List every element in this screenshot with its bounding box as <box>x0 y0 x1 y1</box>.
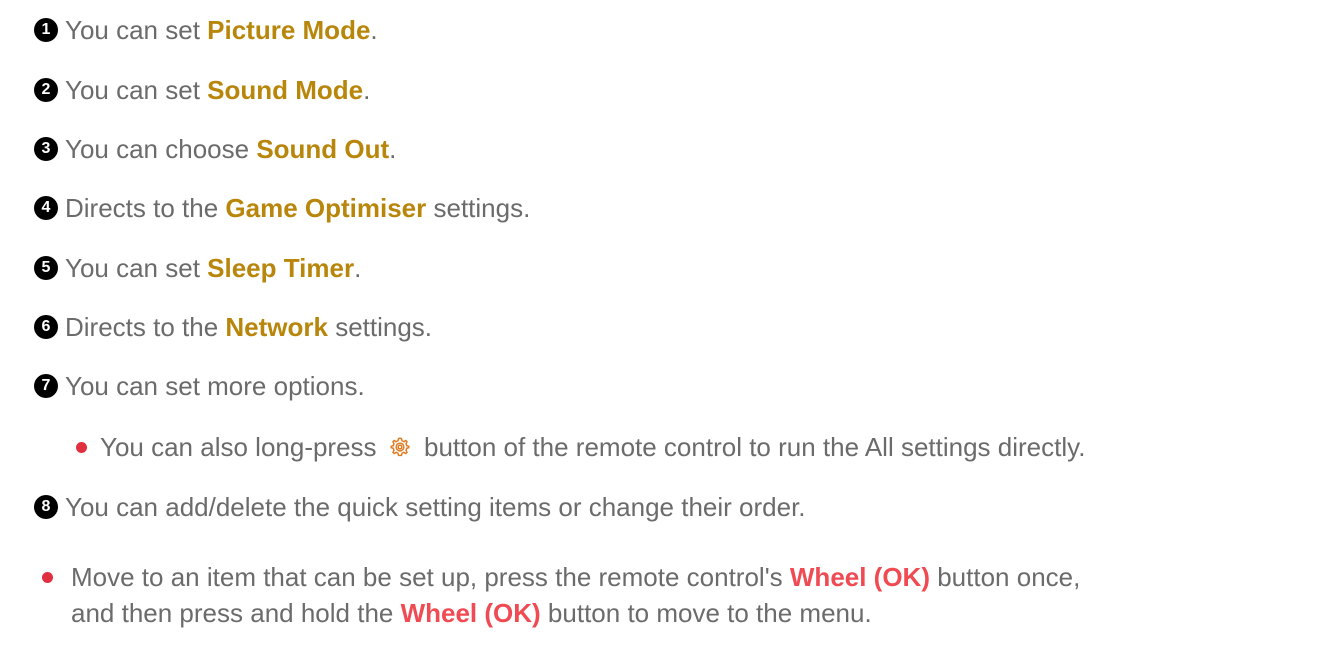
item-5-prefix: You can set <box>65 252 208 283</box>
list-item-3: 3 You can choose Sound Out. <box>0 131 396 167</box>
number-badge-6: 6 <box>34 315 58 339</box>
item-1-suffix: . <box>370 14 378 45</box>
note-part-2: button once, <box>930 562 1081 592</box>
number-badge-5: 5 <box>34 256 58 280</box>
settings-gear-icon <box>389 436 411 458</box>
number-badge-8: 8 <box>34 495 58 519</box>
game-optimiser-label: Game Optimiser <box>225 192 427 223</box>
item-7-text: You can set more options. <box>65 370 365 401</box>
wheel-ok-label-2: Wheel (OK) <box>400 598 541 628</box>
bullet-dot <box>76 441 87 453</box>
item-1-prefix: You can set <box>65 14 208 45</box>
item-8-text: You can add/delete the quick setting ite… <box>65 491 806 522</box>
list-item-5: 5 You can set Sleep Timer. <box>0 250 361 286</box>
list-item-4: 4 Directs to the Game Optimiser settings… <box>0 190 530 226</box>
note-part-3: and then press and hold the <box>71 598 401 628</box>
item-6-prefix: Directs to the <box>65 311 226 342</box>
sub-bullet-prefix: You can also long-press <box>100 431 384 462</box>
list-item-7: 7 You can set more options. <box>0 368 365 404</box>
list-item-1: 1 You can set Picture Mode. <box>0 12 378 48</box>
note-part-1: Move to an item that can be set up, pres… <box>71 562 790 592</box>
list-item-2: 2 You can set Sound Mode. <box>0 72 370 108</box>
list-item-6: 6 Directs to the Network settings. <box>0 309 432 345</box>
picture-mode-label: Picture Mode <box>207 14 371 45</box>
wheel-ok-note: Move to an item that can be set up, pres… <box>71 559 1311 631</box>
list-item-8: 8 You can add/delete the quick setting i… <box>0 489 806 525</box>
sub-bullet-suffix: button of the remote control to run the … <box>416 431 1086 462</box>
sound-mode-label: Sound Mode <box>207 74 364 105</box>
item-5-suffix: . <box>354 252 362 283</box>
item-4-prefix: Directs to the <box>65 192 226 223</box>
note-part-4: button to move to the menu. <box>540 598 872 628</box>
note-bullet-dot <box>42 572 53 583</box>
item-2-suffix: . <box>363 74 371 105</box>
number-badge-7: 7 <box>34 374 58 398</box>
wheel-ok-label-1: Wheel (OK) <box>789 562 930 592</box>
number-badge-1: 1 <box>34 18 58 42</box>
item-3-suffix: . <box>389 133 397 164</box>
sub-bullet-item: You can also long-press button of the re… <box>76 429 1085 465</box>
item-3-prefix: You can choose <box>65 133 257 164</box>
item-6-suffix: settings. <box>327 311 433 342</box>
number-badge-2: 2 <box>34 78 58 102</box>
item-2-prefix: You can set <box>65 74 208 105</box>
number-badge-3: 3 <box>34 137 58 161</box>
sound-out-label: Sound Out <box>256 133 390 164</box>
network-label: Network <box>225 311 328 342</box>
item-4-suffix: settings. <box>426 192 531 223</box>
number-badge-4: 4 <box>34 196 58 220</box>
sleep-timer-label: Sleep Timer <box>207 252 355 283</box>
